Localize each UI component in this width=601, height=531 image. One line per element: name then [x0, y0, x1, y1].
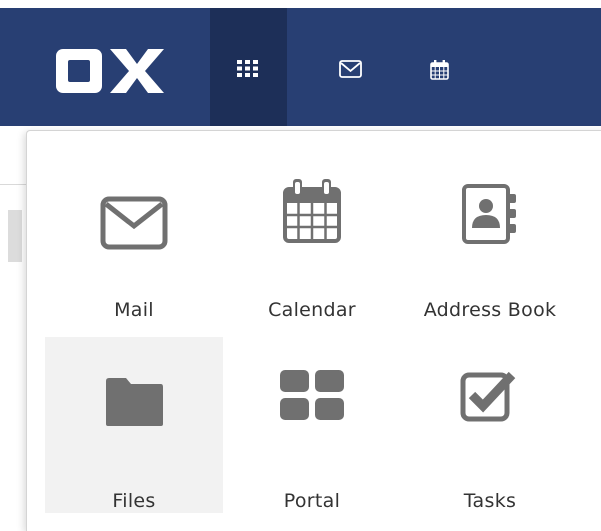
ox-logo[interactable]	[54, 45, 164, 97]
top-bar	[0, 8, 601, 126]
app-tile-address-book[interactable]: Address Book	[401, 146, 579, 322]
app-launcher-dropdown: Mail Calendar Address Book Files Portal …	[26, 130, 601, 531]
background-scroll-element	[8, 210, 22, 262]
app-tile-label: Address Book	[423, 299, 557, 321]
app-tile-label: Files	[112, 490, 156, 512]
app-tile-calendar[interactable]: Calendar	[223, 146, 401, 322]
app-tile-label: Calendar	[268, 299, 356, 321]
address-book-icon	[462, 184, 516, 244]
folder-icon	[106, 378, 163, 426]
envelope-icon	[100, 196, 168, 250]
calendar-icon	[283, 179, 341, 243]
apps-grid-icon	[237, 60, 258, 77]
portal-grid-icon	[280, 370, 344, 420]
app-tile-tasks[interactable]: Tasks	[401, 337, 579, 513]
app-launcher-button[interactable]	[210, 8, 287, 126]
app-tile-label: Portal	[283, 490, 341, 512]
app-tile-mail[interactable]: Mail	[45, 146, 223, 322]
app-tile-label: Mail	[114, 299, 154, 321]
app-tile-label: Tasks	[463, 490, 517, 512]
app-tile-files[interactable]: Files	[45, 337, 223, 513]
background-page	[0, 126, 26, 527]
calendar-icon[interactable]	[430, 60, 449, 80]
checkbox-icon	[460, 371, 516, 422]
background-divider	[0, 184, 26, 185]
mail-icon[interactable]	[339, 60, 362, 78]
app-tile-portal[interactable]: Portal	[223, 337, 401, 513]
